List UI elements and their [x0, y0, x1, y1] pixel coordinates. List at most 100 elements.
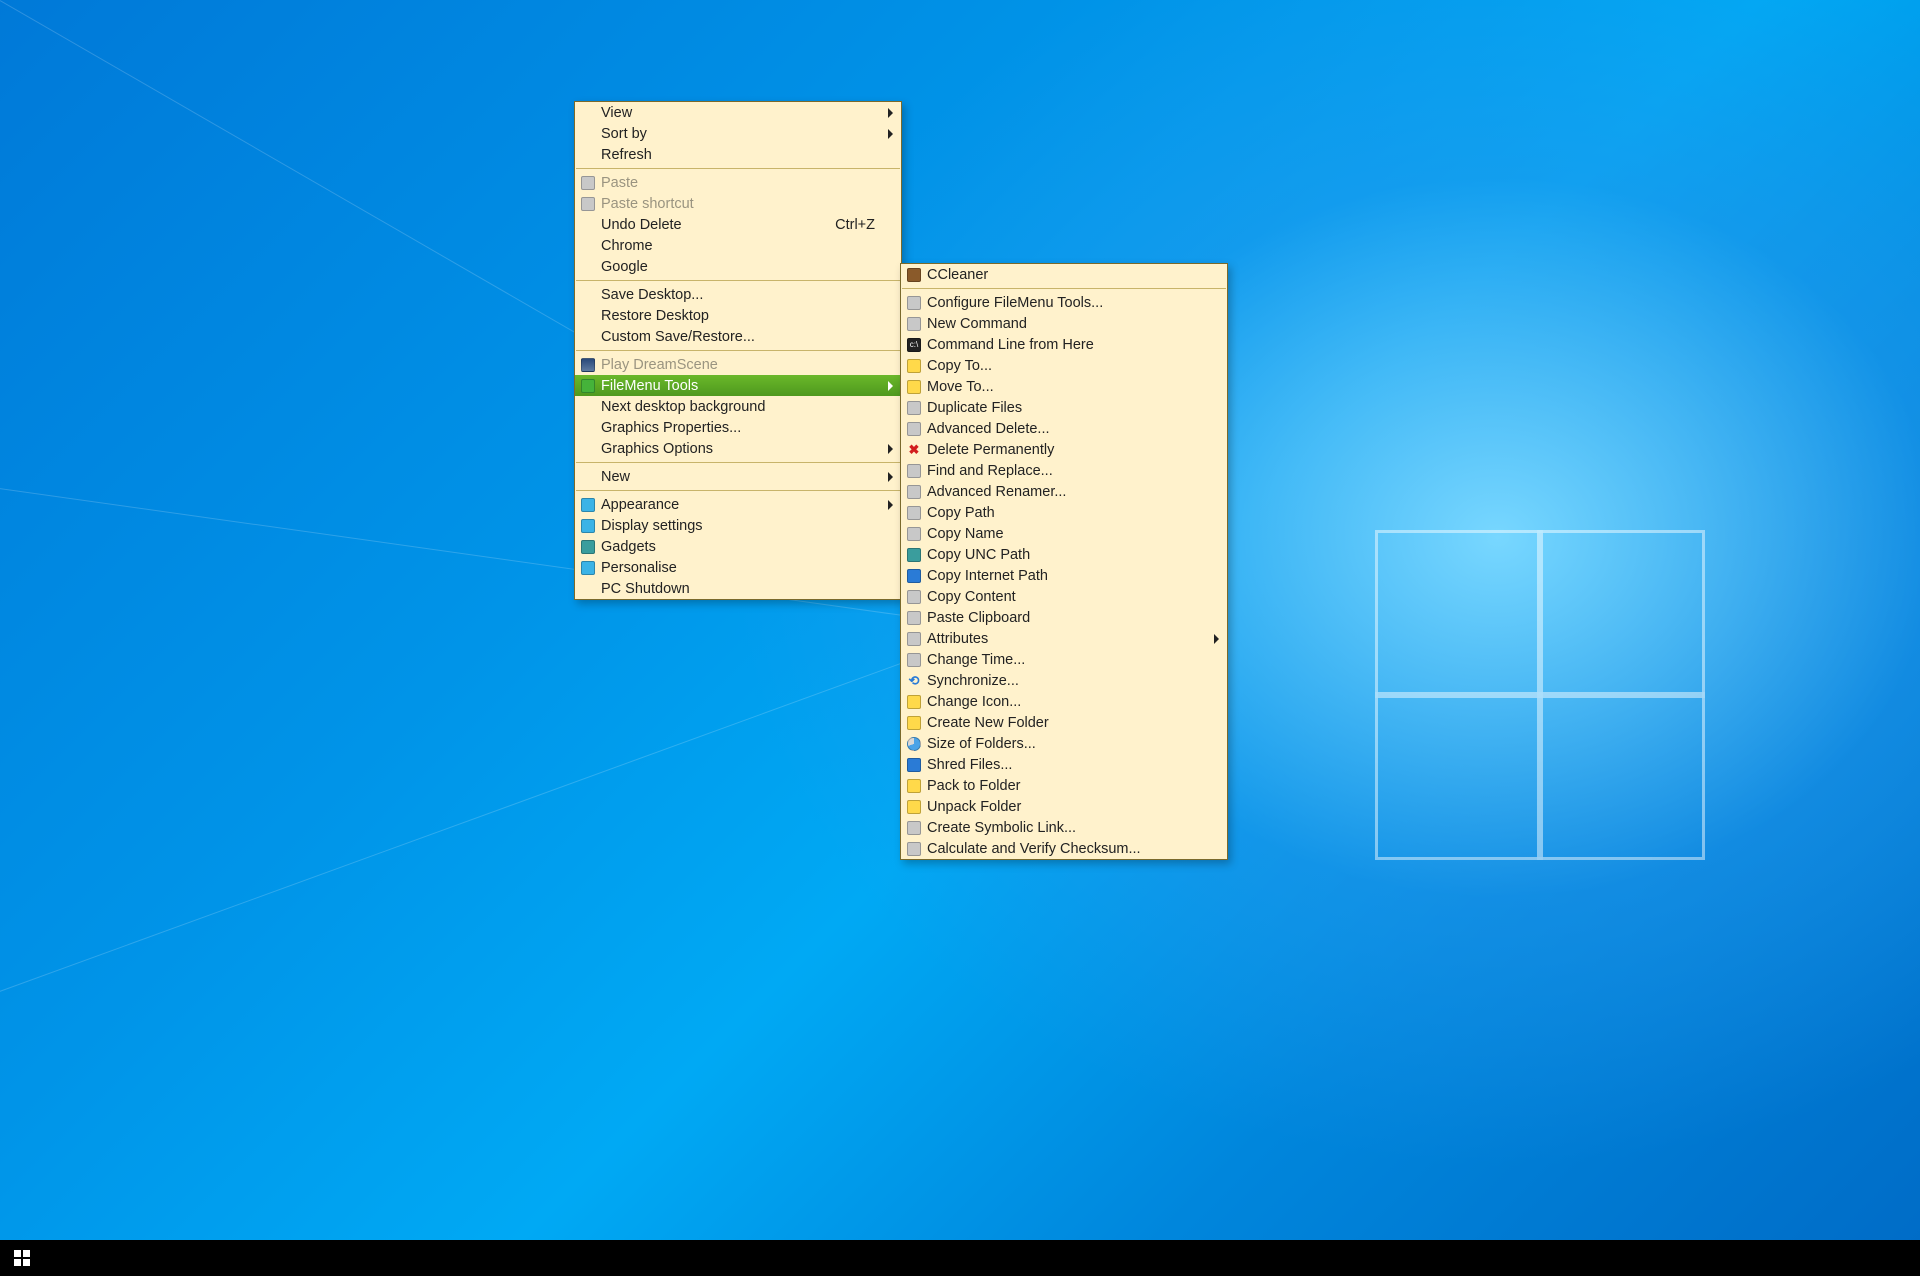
- menu-item-label: Paste: [601, 175, 875, 191]
- menu-appearance[interactable]: Appearance: [575, 494, 901, 515]
- sub-create-symlink[interactable]: Create Symbolic Link...: [901, 817, 1227, 838]
- menu-item-label: Copy Name: [927, 526, 1201, 542]
- menu-item-label: Next desktop background: [601, 399, 875, 415]
- menu-item-label: Restore Desktop: [601, 308, 875, 324]
- submenu-arrow-icon: [888, 129, 893, 139]
- menu-custom-save-restore[interactable]: Custom Save/Restore...: [575, 326, 901, 347]
- menu-item-label: Copy Path: [927, 505, 1201, 521]
- menu-next-background[interactable]: Next desktop background: [575, 396, 901, 417]
- internet-path-icon: [905, 567, 923, 585]
- menu-restore-desktop[interactable]: Restore Desktop: [575, 305, 901, 326]
- menu-gadgets[interactable]: Gadgets: [575, 536, 901, 557]
- menu-display-settings[interactable]: Display settings: [575, 515, 901, 536]
- sub-advanced-delete[interactable]: Advanced Delete...: [901, 418, 1227, 439]
- gadgets-icon: [579, 538, 597, 556]
- menu-item-label: Graphics Options: [601, 441, 875, 457]
- sub-delete-permanently[interactable]: ✖ Delete Permanently: [901, 439, 1227, 460]
- sub-change-icon[interactable]: Change Icon...: [901, 691, 1227, 712]
- menu-item-label: Chrome: [601, 238, 875, 254]
- sub-paste-clipboard[interactable]: Paste Clipboard: [901, 607, 1227, 628]
- menu-play-dreamscene: Play DreamScene: [575, 354, 901, 375]
- sync-icon: ⟲: [905, 672, 923, 690]
- menu-pc-shutdown[interactable]: PC Shutdown: [575, 578, 901, 599]
- sub-change-time[interactable]: Change Time...: [901, 649, 1227, 670]
- menu-paste: Paste: [575, 172, 901, 193]
- pie-chart-icon: [905, 735, 923, 753]
- sub-command-line[interactable]: c:\ Command Line from Here: [901, 334, 1227, 355]
- menu-item-label: Copy To...: [927, 358, 1201, 374]
- submenu-arrow-icon: [888, 108, 893, 118]
- monitor-icon: [579, 496, 597, 514]
- duplicate-icon: [905, 399, 923, 417]
- separator: [576, 350, 900, 351]
- shred-icon: [905, 756, 923, 774]
- menu-sort-by[interactable]: Sort by: [575, 123, 901, 144]
- sub-advanced-renamer[interactable]: Advanced Renamer...: [901, 481, 1227, 502]
- separator: [576, 462, 900, 463]
- menu-refresh[interactable]: Refresh: [575, 144, 901, 165]
- separator: [576, 168, 900, 169]
- menu-item-label: Play DreamScene: [601, 357, 875, 373]
- menu-item-label: Google: [601, 259, 875, 275]
- new-folder-icon: [905, 714, 923, 732]
- sub-configure[interactable]: Configure FileMenu Tools...: [901, 292, 1227, 313]
- sub-copy-path[interactable]: Copy Path: [901, 502, 1227, 523]
- sub-move-to[interactable]: Move To...: [901, 376, 1227, 397]
- menu-item-label: Gadgets: [601, 539, 875, 555]
- sub-duplicate-files[interactable]: Duplicate Files: [901, 397, 1227, 418]
- sub-unpack-folder[interactable]: Unpack Folder: [901, 796, 1227, 817]
- sub-pack-to-folder[interactable]: Pack to Folder: [901, 775, 1227, 796]
- desktop[interactable]: View Sort by Refresh Paste Paste shortcu…: [0, 0, 1920, 1280]
- personalise-icon: [579, 559, 597, 577]
- sub-size-of-folders[interactable]: Size of Folders...: [901, 733, 1227, 754]
- sub-shred-files[interactable]: Shred Files...: [901, 754, 1227, 775]
- menu-google[interactable]: Google: [575, 256, 901, 277]
- submenu-arrow-icon: [888, 381, 893, 391]
- sub-ccleaner[interactable]: CCleaner: [901, 264, 1227, 285]
- start-button[interactable]: [14, 1250, 30, 1266]
- pack-folder-icon: [905, 777, 923, 795]
- clipboard-icon: [905, 609, 923, 627]
- menu-view[interactable]: View: [575, 102, 901, 123]
- clock-icon: [905, 651, 923, 669]
- menu-item-label: Advanced Delete...: [927, 421, 1201, 437]
- sub-synchronize[interactable]: ⟲ Synchronize...: [901, 670, 1227, 691]
- shortcut-text: Ctrl+Z: [835, 217, 875, 233]
- menu-item-label: FileMenu Tools: [601, 378, 875, 394]
- sub-copy-unc-path[interactable]: Copy UNC Path: [901, 544, 1227, 565]
- blank-icon: [579, 258, 597, 276]
- ccleaner-icon: [905, 266, 923, 284]
- unpack-folder-icon: [905, 798, 923, 816]
- taskbar[interactable]: [0, 1240, 1920, 1276]
- symlink-icon: [905, 819, 923, 837]
- menu-item-label: Undo Delete: [601, 217, 811, 233]
- sub-copy-name[interactable]: Copy Name: [901, 523, 1227, 544]
- menu-save-desktop[interactable]: Save Desktop...: [575, 284, 901, 305]
- menu-item-label: Advanced Renamer...: [927, 484, 1201, 500]
- configure-icon: [905, 294, 923, 312]
- menu-graphics-properties[interactable]: Graphics Properties...: [575, 417, 901, 438]
- menu-undo-delete[interactable]: Undo Delete Ctrl+Z: [575, 214, 901, 235]
- sub-copy-to[interactable]: Copy To...: [901, 355, 1227, 376]
- move-folder-icon: [905, 378, 923, 396]
- menu-new[interactable]: New: [575, 466, 901, 487]
- menu-item-label: Create Symbolic Link...: [927, 820, 1201, 836]
- sub-copy-internet-path[interactable]: Copy Internet Path: [901, 565, 1227, 586]
- blank-icon: [579, 398, 597, 416]
- sub-attributes[interactable]: Attributes: [901, 628, 1227, 649]
- menu-item-label: Create New Folder: [927, 715, 1201, 731]
- menu-item-label: Calculate and Verify Checksum...: [927, 841, 1201, 857]
- menu-chrome[interactable]: Chrome: [575, 235, 901, 256]
- sub-new-command[interactable]: New Command: [901, 313, 1227, 334]
- menu-graphics-options[interactable]: Graphics Options: [575, 438, 901, 459]
- sub-checksum[interactable]: Calculate and Verify Checksum...: [901, 838, 1227, 859]
- menu-personalise[interactable]: Personalise: [575, 557, 901, 578]
- menu-filemenu-tools[interactable]: FileMenu Tools: [575, 375, 901, 396]
- menu-item-label: Synchronize...: [927, 673, 1201, 689]
- sub-create-new-folder[interactable]: Create New Folder: [901, 712, 1227, 733]
- sub-copy-content[interactable]: Copy Content: [901, 586, 1227, 607]
- menu-item-label: Change Time...: [927, 652, 1201, 668]
- sub-find-replace[interactable]: Find and Replace...: [901, 460, 1227, 481]
- menu-item-label: New: [601, 469, 875, 485]
- filemenu-tools-submenu: CCleaner Configure FileMenu Tools... New…: [900, 263, 1228, 860]
